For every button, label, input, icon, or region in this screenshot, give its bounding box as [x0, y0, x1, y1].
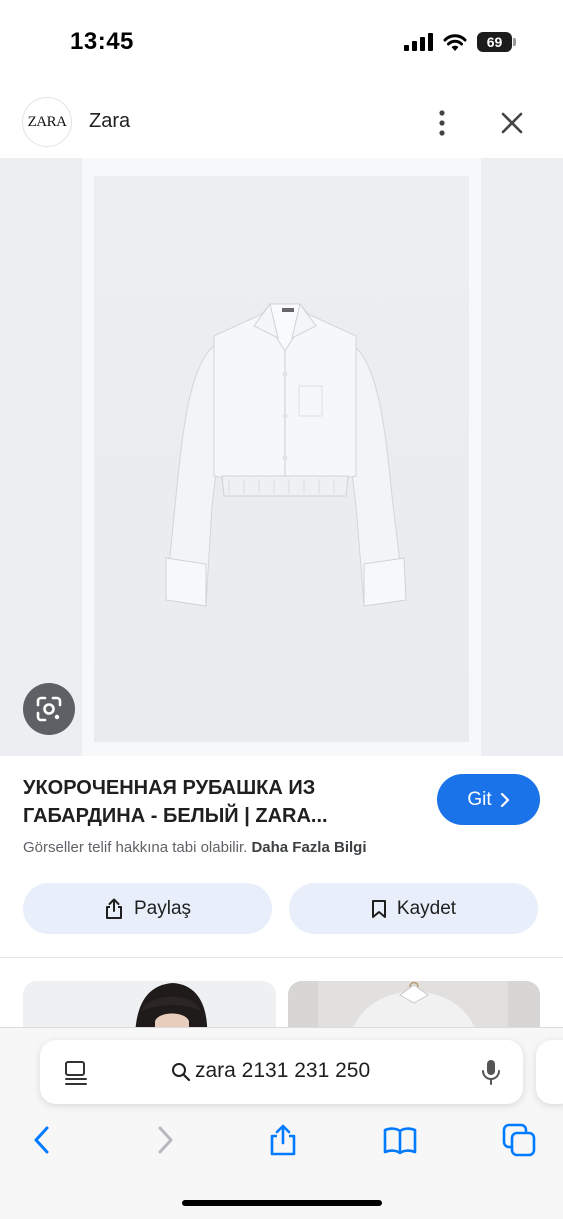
- address-text: zara 2131 231 250: [195, 1059, 371, 1082]
- copyright-text: Görseller telif hakkına tabi olabilir.: [23, 839, 248, 856]
- back-icon[interactable]: [26, 1123, 60, 1157]
- chevron-right-icon: [500, 792, 509, 807]
- product-title[interactable]: УКОРОЧЕННАЯ РУБАШКА ИЗ ГАБАРДИНА - БЕЛЫЙ…: [23, 774, 423, 830]
- status-time: 13:45: [70, 28, 134, 55]
- next-tab-preview[interactable]: [536, 1040, 563, 1104]
- google-lens-button[interactable]: [23, 683, 75, 735]
- status-bar: 13:45 69: [0, 0, 563, 80]
- signal-icon: [404, 33, 433, 51]
- bookmark-icon: [371, 899, 386, 918]
- search-icon: [172, 1063, 191, 1082]
- battery-level: 69: [477, 32, 512, 52]
- browser-toolbar: zara 2131 231 250: [0, 1027, 563, 1219]
- battery-icon: 69: [477, 32, 517, 52]
- site-logo[interactable]: ZARA: [22, 97, 72, 147]
- more-vert-icon[interactable]: [432, 108, 452, 138]
- save-button[interactable]: Kaydet: [289, 883, 538, 934]
- visit-button[interactable]: Git: [437, 774, 540, 825]
- share-icon[interactable]: [266, 1123, 300, 1157]
- address-bar[interactable]: zara 2131 231 250: [40, 1040, 523, 1104]
- product-image[interactable]: [94, 176, 469, 742]
- bookmarks-icon[interactable]: [383, 1123, 417, 1157]
- google-lens-icon: [36, 696, 62, 722]
- close-icon[interactable]: [498, 109, 526, 137]
- image-preview: [0, 158, 563, 756]
- divider: [0, 957, 563, 958]
- share-label: Paylaş: [133, 897, 192, 919]
- save-label: Kaydet: [396, 897, 457, 919]
- share-button[interactable]: Paylaş: [23, 883, 272, 934]
- site-logo-text: ZARA: [27, 113, 67, 130]
- site-name[interactable]: Zara: [89, 110, 130, 133]
- mic-icon[interactable]: [480, 1058, 502, 1086]
- wifi-icon: [443, 34, 467, 51]
- home-indicator: [182, 1200, 382, 1206]
- result-header: ZARA Zara: [0, 92, 563, 154]
- forward-icon[interactable]: [148, 1123, 182, 1157]
- copyright-notice: Görseller telif hakkına tabi olabilir. D…: [23, 839, 366, 856]
- visit-label: Git: [467, 788, 492, 810]
- share-icon: [105, 898, 122, 919]
- tabs-icon[interactable]: [502, 1123, 536, 1157]
- reader-icon[interactable]: [64, 1060, 88, 1086]
- more-info-link[interactable]: Daha Fazla Bilgi: [251, 839, 366, 856]
- image-frame: [82, 158, 481, 756]
